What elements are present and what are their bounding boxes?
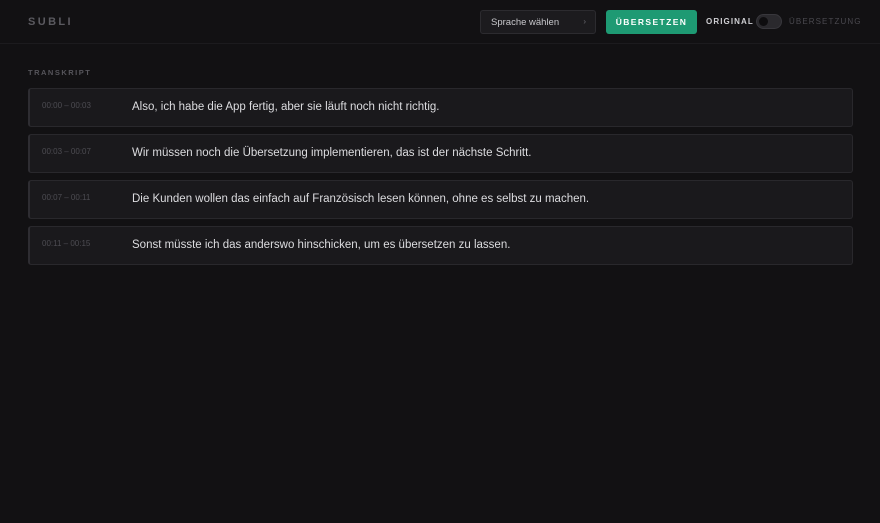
transcript-row[interactable]: 00:00 – 00:03 Also, ich habe die App fer… xyxy=(28,88,853,127)
mode-translation-label: ÜBERSETZUNG xyxy=(789,17,862,26)
segment-timestamp: 00:03 – 00:07 xyxy=(42,147,91,156)
transcript-row[interactable]: 00:03 – 00:07 Wir müssen noch die Überse… xyxy=(28,134,853,173)
transcript-list: 00:00 – 00:03 Also, ich habe die App fer… xyxy=(28,88,853,272)
transcript-row[interactable]: 00:11 – 00:15 Sonst müsste ich das ander… xyxy=(28,226,853,265)
segment-text: Die Kunden wollen das einfach auf Franzö… xyxy=(132,193,590,205)
app-logo: SUBLI xyxy=(28,16,73,28)
segment-text: Sonst müsste ich das anderswo hinschicke… xyxy=(132,239,511,251)
transcript-heading: TRANSKRIPT xyxy=(28,68,92,77)
toggle-knob xyxy=(759,17,768,26)
segment-timestamp: 00:00 – 00:03 xyxy=(42,101,91,110)
segment-timestamp: 00:11 – 00:15 xyxy=(42,239,91,248)
mode-original-label: ORIGINAL xyxy=(706,17,754,26)
chevron-right-icon: › xyxy=(583,17,586,26)
transcript-row[interactable]: 00:07 – 00:11 Die Kunden wollen das einf… xyxy=(28,180,853,219)
segment-text: Wir müssen noch die Übersetzung implemen… xyxy=(132,147,532,159)
language-select-label: Sprache wählen xyxy=(491,17,560,28)
mode-toggle[interactable] xyxy=(756,14,782,29)
top-bar: SUBLI Sprache wählen › ÜBERSETZEN ORIGIN… xyxy=(0,0,880,44)
segment-text: Also, ich habe die App fertig, aber sie … xyxy=(132,101,440,113)
translate-button[interactable]: ÜBERSETZEN xyxy=(606,10,697,34)
language-select[interactable]: Sprache wählen › xyxy=(480,10,596,34)
segment-timestamp: 00:07 – 00:11 xyxy=(42,193,91,202)
